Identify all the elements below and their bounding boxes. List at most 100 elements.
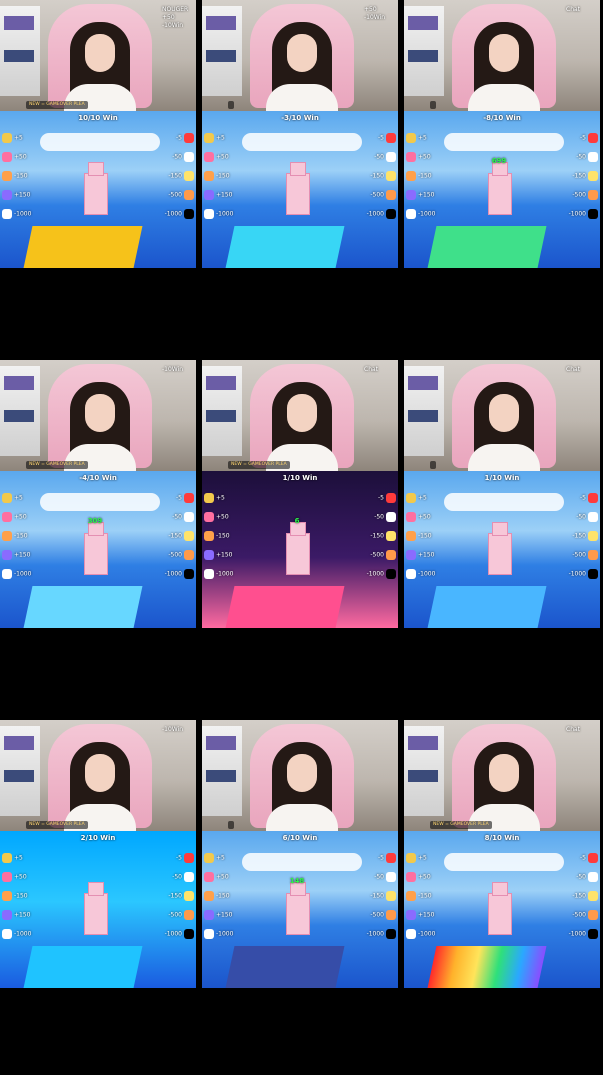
gift-icon [2,190,12,200]
gift-item: -150 [204,531,238,547]
gift-icon [386,853,396,863]
gift-item: +50 [406,872,440,888]
gift-icon [588,493,598,503]
gift-icon [204,190,214,200]
gift-list-left: +5 +50 -150 +150 -1000 [2,493,36,588]
game-view: 1/10 Win +5 +50 -150 +150 -1000 -5 -50 -… [202,471,398,628]
shelf [202,366,242,456]
cam-badges [364,726,396,822]
cam-caption: NEW = GAMEOVER PLEA [26,461,88,469]
player-avatar [84,162,108,215]
gift-item: +150 [406,550,440,566]
stream-tile-3[interactable]: Chat -8/10 Win +5 +50 -150 +150 -1000 -5… [404,0,600,270]
cloud [242,853,362,871]
gift-icon [2,209,12,219]
gift-icon [184,929,194,939]
gift-item: -50 [362,872,396,888]
game-view: 6/10 Win +5 +50 -150 +150 -1000 -5 -50 -… [202,831,398,988]
stream-tile-7[interactable]: -10Win NEW = GAMEOVER PLEA 2/10 Win +5 +… [0,720,196,990]
gift-item: +150 [406,190,440,206]
gift-icon [386,550,396,560]
cam-badges: -10Win [162,726,194,822]
gift-item: +50 [204,512,238,528]
gift-item: -150 [362,891,396,907]
cam-badges: Chat [566,6,598,102]
cam-badge-2: +50 [162,14,175,21]
gift-icon [406,853,416,863]
gift-icon [588,190,598,200]
gift-icon [184,493,194,503]
gift-list-right: -5 -50 -150 -500 -1000 [564,133,598,228]
gift-icon [204,910,214,920]
gift-item: -500 [564,550,598,566]
gift-item: -150 [160,531,194,547]
platform [225,946,345,988]
gift-item: -50 [160,872,194,888]
cam-badge-top: NOUGER [162,6,189,13]
gift-item: -1000 [2,569,36,585]
gift-icon [386,493,396,503]
gift-item: -5 [160,493,194,509]
stream-tile-1[interactable]: NOUGER +50 -10Win NEW = GAMEOVER PLEA 10… [0,0,196,270]
webcam-view: Chat NEW = GAMEOVER PLEA [404,720,600,831]
player-avatar [286,522,310,575]
gift-icon [204,209,214,219]
gift-icon [204,891,214,901]
game-view: 8/10 Win +5 +50 -150 +150 -1000 -5 -50 -… [404,831,600,988]
stream-tile-2[interactable]: +50 -10Win -3/10 Win +5 +50 -150 +150 -1… [202,0,398,270]
cam-badge-top: Chat [364,366,379,373]
webcam-view: -10Win NEW = GAMEOVER PLEA [0,360,196,471]
gift-item: -50 [160,512,194,528]
gift-icon [406,171,416,181]
shelf [202,726,242,816]
gift-icon [406,550,416,560]
gift-item: -5 [564,493,598,509]
cam-badge-top: Chat [566,726,581,733]
gift-item: -50 [362,512,396,528]
platform [225,226,345,268]
gift-item: -5 [564,133,598,149]
gift-item: +5 [204,133,238,149]
streamer [64,742,136,831]
gift-icon [588,891,598,901]
gift-item: -1000 [362,569,396,585]
stream-tile-4[interactable]: -10Win NEW = GAMEOVER PLEA -4/10 Win +5 … [0,360,196,630]
gift-item: +5 [2,493,36,509]
cam-caption [228,821,234,829]
gift-item: -150 [362,531,396,547]
gift-icon [204,493,214,503]
gift-item: -5 [564,853,598,869]
gift-item: -500 [564,910,598,926]
gift-item: -50 [564,872,598,888]
stream-tile-6[interactable]: Chat 1/10 Win +5 +50 -150 +150 -1000 -5 … [404,360,600,630]
gift-item: +50 [406,512,440,528]
gift-icon [386,891,396,901]
win-counter: -8/10 Win [483,114,521,122]
stream-tile-9[interactable]: Chat NEW = GAMEOVER PLEA 8/10 Win +5 +50… [404,720,600,990]
win-counter: -4/10 Win [79,474,117,482]
player-avatar [488,162,512,215]
gift-item: -150 [406,531,440,547]
cam-badge-2: +50 [364,6,377,13]
gift-icon [588,171,598,181]
gift-item: -1000 [406,929,440,945]
stream-tile-5[interactable]: Chat NEW = GAMEOVER PLEA 1/10 Win +5 +50… [202,360,398,630]
gift-item: -500 [160,190,194,206]
platform [225,586,345,628]
cam-caption: NEW = GAMEOVER PLEA [228,461,290,469]
cam-badge-3: -10Win [364,14,386,21]
cam-badges: Chat [364,366,396,462]
game-view: -3/10 Win +5 +50 -150 +150 -1000 -5 -50 … [202,111,398,268]
stream-tile-8[interactable]: 6/10 Win +5 +50 -150 +150 -1000 -5 -50 -… [202,720,398,990]
gift-item: +150 [406,910,440,926]
gift-item: -5 [362,133,396,149]
gift-list-right: -5 -50 -150 -500 -1000 [362,493,396,588]
gift-icon [184,512,194,522]
gift-item: +150 [2,910,36,926]
gift-item: +5 [204,493,238,509]
gift-list-left: +5 +50 -150 +150 -1000 [406,493,440,588]
gift-icon [184,531,194,541]
gift-icon [204,872,214,882]
player-count: 148 [289,877,305,885]
gift-icon [406,569,416,579]
